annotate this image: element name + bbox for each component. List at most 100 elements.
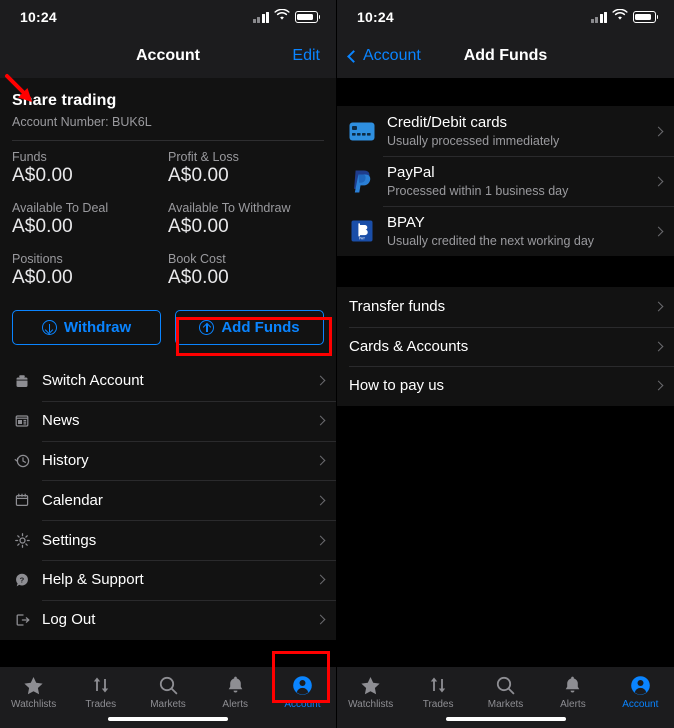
logout-icon [12, 610, 32, 630]
tab-alerts[interactable]: Alerts [202, 674, 269, 710]
question-mark-icon: ? [12, 570, 32, 590]
briefcase-icon [12, 371, 32, 391]
menu-item-switch-account[interactable]: Switch Account [0, 361, 336, 401]
tab-label: Trades [422, 699, 454, 710]
person-circle-icon [292, 674, 313, 696]
home-indicator [108, 716, 228, 721]
payment-method-paypal[interactable]: PayPal Processed within 1 business day [337, 156, 674, 206]
tab-label: Markets [150, 699, 186, 710]
search-icon [495, 674, 516, 696]
payment-methods-list: Credit/Debit cards Usually processed imm… [337, 106, 674, 256]
account-name: Share trading [12, 92, 117, 109]
bell-icon [226, 674, 245, 696]
tab-markets[interactable]: Markets [134, 674, 201, 710]
chevron-right-icon [653, 380, 664, 391]
option-cards-accounts[interactable]: Cards & Accounts [337, 326, 674, 367]
tab-label: Watchlists [11, 699, 57, 710]
stat-label: Available To Withdraw [168, 201, 291, 215]
stat-label: Positions [12, 252, 63, 266]
payment-method-title: BPAY [387, 214, 425, 231]
menu-item-label: Settings [42, 531, 97, 549]
tab-account[interactable]: Account [269, 674, 336, 710]
tab-alerts[interactable]: Alerts [539, 674, 606, 710]
tab-trades[interactable]: Trades [404, 674, 471, 710]
withdraw-button[interactable]: Withdraw [12, 310, 161, 345]
bell-icon [563, 674, 582, 696]
option-label: How to pay us [349, 377, 445, 395]
tab-markets[interactable]: Markets [472, 674, 539, 710]
paypal-icon [349, 168, 375, 194]
payment-method-credit-debit-cards[interactable]: Credit/Debit cards Usually processed imm… [337, 106, 674, 156]
stat-value: A$0.00 [12, 165, 73, 186]
tab-label: Alerts [560, 699, 586, 710]
chevron-right-icon [315, 455, 326, 466]
tab-trades[interactable]: Trades [67, 674, 134, 710]
right-phone-screen: 10:24 Account Add Funds Credit/Debit car… [337, 0, 674, 728]
back-button-label: Account [363, 47, 421, 64]
svg-text:PAY: PAY [359, 236, 366, 240]
battery-icon [295, 11, 321, 23]
star-icon [360, 674, 381, 696]
add-funds-button-label: Add Funds [221, 319, 300, 336]
right-nav-bar: Account Add Funds [337, 34, 674, 78]
page-title: Add Funds [463, 47, 548, 64]
tab-watchlists[interactable]: Watchlists [0, 674, 67, 710]
chevron-right-icon [653, 126, 664, 136]
wifi-icon [612, 8, 628, 26]
menu-item-settings[interactable]: Settings [0, 520, 336, 560]
circle-arrow-up-icon [199, 320, 215, 335]
account-menu-list: Switch Account News History Calendar Set… [0, 361, 336, 640]
credit-card-icon [349, 122, 375, 141]
payment-method-subtitle: Processed within 1 business day [387, 184, 569, 198]
tab-watchlists[interactable]: Watchlists [337, 674, 404, 710]
option-transfer-funds[interactable]: Transfer funds [337, 287, 674, 327]
circle-arrow-down-icon [41, 320, 57, 335]
payment-method-text: BPAY Usually credited the next working d… [387, 214, 655, 248]
chevron-right-icon [653, 301, 664, 312]
stat-label: Available To Deal [12, 201, 109, 215]
menu-item-calendar[interactable]: Calendar [0, 480, 336, 520]
cellular-bars-icon [252, 11, 269, 23]
dual-screenshot-container: 10:24 Account Edit Share trading Account… [0, 0, 674, 728]
menu-item-history[interactable]: History [0, 440, 336, 481]
stat-label: Funds [12, 150, 47, 164]
search-icon [158, 674, 179, 696]
payment-method-bpay[interactable]: PAY BPAY Usually credited the next worki… [337, 206, 674, 256]
home-indicator [445, 716, 566, 721]
star-icon [23, 674, 44, 696]
status-time: 10:24 [357, 9, 394, 25]
account-number: Account Number: BUK6L [12, 115, 152, 129]
status-time: 10:24 [20, 9, 57, 25]
menu-item-label: Help & Support [42, 571, 144, 589]
add-funds-button[interactable]: Add Funds [175, 310, 324, 345]
tab-account[interactable]: Account [607, 674, 674, 710]
section-gap [337, 78, 674, 106]
tab-label: Markets [487, 699, 524, 710]
chevron-right-icon [315, 614, 326, 625]
option-label: Transfer funds [349, 298, 446, 316]
chevron-right-icon [653, 226, 664, 236]
page-title: Account [136, 47, 200, 64]
menu-item-help-support[interactable]: ? Help & Support [0, 559, 336, 600]
stat-cell: Available To Deal A$0.00 [12, 201, 168, 245]
stat-value: A$0.00 [12, 216, 73, 237]
status-bar: 10:24 [0, 0, 336, 34]
left-phone-screen: 10:24 Account Edit Share trading Account… [0, 0, 337, 728]
edit-button[interactable]: Edit [292, 47, 320, 65]
bpay-icon: PAY [349, 220, 375, 242]
stat-cell: Available To Withdraw A$0.00 [168, 201, 324, 245]
account-action-buttons: Withdraw Add Funds [0, 307, 336, 361]
right-tab-bar: Watchlists Trades Markets Alerts Account [337, 666, 674, 728]
menu-item-log-out[interactable]: Log Out [0, 599, 336, 640]
back-button[interactable]: Account [347, 47, 421, 65]
status-bar: 10:24 [337, 0, 674, 34]
arrows-up-down-icon [428, 674, 448, 696]
account-stats-grid: Funds A$0.00 Profit & Loss A$0.00 Availa… [0, 141, 336, 307]
option-how-to-pay-us[interactable]: How to pay us [337, 366, 674, 406]
menu-item-news[interactable]: News [0, 400, 336, 441]
stat-cell: Book Cost A$0.00 [168, 252, 324, 296]
option-label: Cards & Accounts [349, 337, 469, 355]
wifi-icon [274, 8, 290, 26]
menu-item-label: History [42, 451, 89, 469]
person-circle-icon [630, 674, 651, 696]
